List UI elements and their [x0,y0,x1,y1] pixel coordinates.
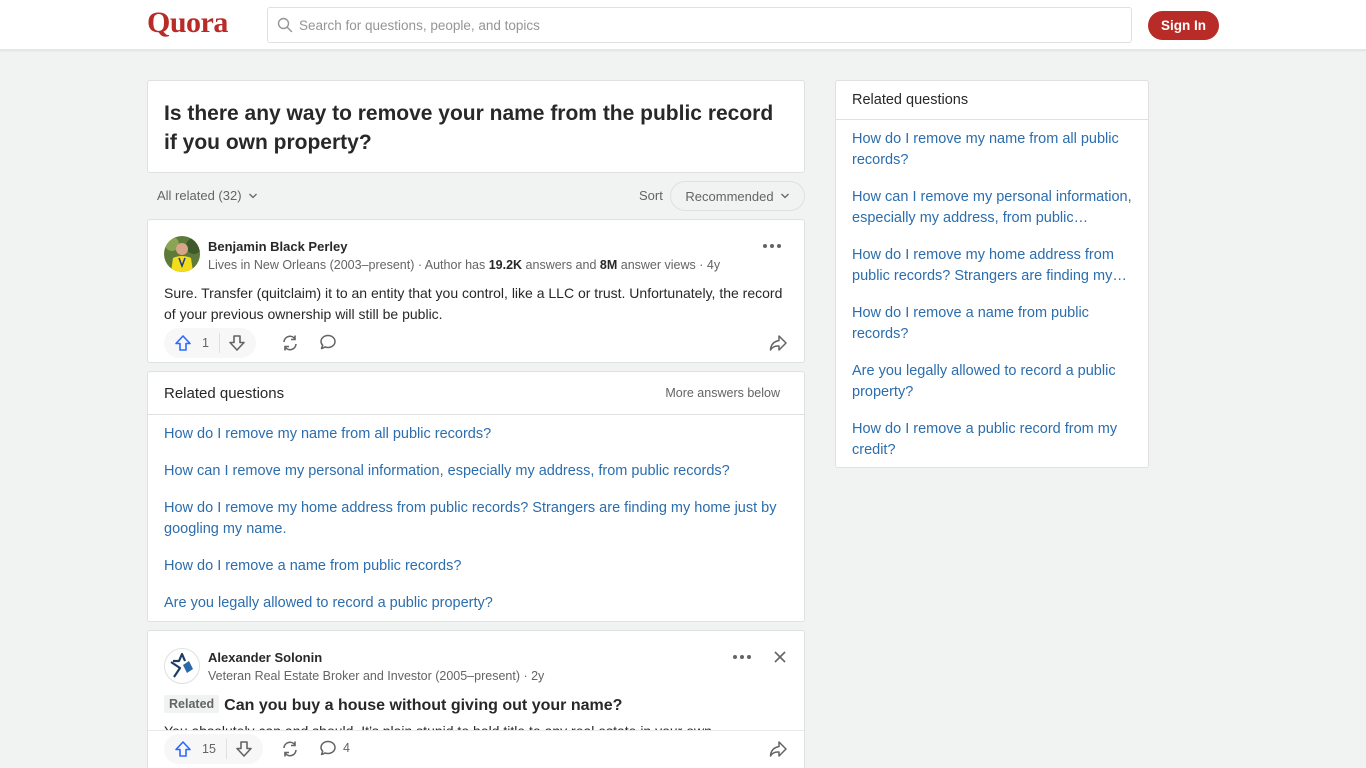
author-credential: Veteran Real Estate Broker and Investor … [208,669,545,683]
sign-in-button[interactable]: Sign In [1148,11,1219,40]
upvote-arrow-icon [175,741,191,757]
sidebar-question-link[interactable]: How do I remove my name from all public … [852,129,1132,171]
quora-logo[interactable]: Quora [147,6,228,40]
sidebar-question-link[interactable]: How do I remove a name from public recor… [852,303,1132,345]
chevron-down-icon [248,193,257,198]
downvote-button[interactable] [227,740,253,758]
more-options-button[interactable] [730,647,754,667]
close-icon [774,651,786,663]
author-name[interactable]: Alexander Solonin [208,650,322,665]
answer-filter-bar: All related (32) Sort Recommended [147,180,805,212]
upvote-button[interactable]: 15 [174,739,227,759]
credential-text: answer views · 4y [617,258,721,272]
share-reshare-button[interactable] [280,739,300,759]
reshare-icon [283,335,297,351]
reshare-icon [283,741,297,757]
chevron-down-icon [780,193,789,199]
related-question-text: Can you buy a house without giving out y… [224,697,623,714]
share-arrow-icon [769,741,787,757]
views-count: 8M [599,258,618,272]
related-question-link[interactable]: How do I remove a name from public recor… [164,556,788,577]
answer-actions: 15 4 [164,734,788,764]
answer-card: Alexander Solonin Veteran Real Estate Br… [147,630,805,768]
upvote-count: 1 [202,336,209,350]
avatar-logo-icon [170,652,193,678]
answer-text: Sure. Transfer (quitclaim) it to an enti… [164,285,783,322]
comment-count: 4 [343,741,350,755]
sidebar-related-list: How do I remove my name from all public … [836,120,1148,461]
author-avatar[interactable] [164,236,200,272]
more-horizontal-icon [763,244,781,248]
author-name[interactable]: Benjamin Black Perley [208,239,347,254]
credential-text: Lives in New Orleans (2003–present) · Au… [208,258,489,272]
more-options-button[interactable] [760,236,784,256]
sort-label: Sort [639,188,663,203]
share-button[interactable] [768,333,788,358]
more-answers-below: More answers below [665,386,780,400]
dismiss-button[interactable] [770,647,790,667]
related-questions-list: How do I remove my name from all public … [148,415,804,614]
credential-text: answers and [522,258,600,272]
sidebar-question-link[interactable]: How do I remove my home address from pub… [852,245,1132,287]
all-related-label: All related (32) [157,188,242,203]
upvote-arrow-icon [175,335,191,351]
answer-card: Benjamin Black Perley Lives in New Orlea… [147,219,805,363]
upvote-count: 15 [202,742,216,756]
answers-count: 19.2K [488,258,523,272]
comment-button[interactable] [319,333,337,351]
related-tag: Related [164,695,220,713]
author-credential: Lives in New Orleans (2003–present) · Au… [208,258,720,272]
search-icon [277,17,293,33]
related-questions-title: Related questions [164,384,285,402]
related-questions-inline: Related questions More answers below How… [147,371,805,622]
top-navigation-bar: Quora Sign In [0,0,1366,50]
related-question-link[interactable]: How do I remove my name from all public … [164,424,788,445]
sidebar-question-link[interactable]: How can I remove my personal information… [852,187,1132,229]
sort-value: Recommended [685,188,774,204]
sidebar-related-questions: Related questions How do I remove my nam… [835,80,1149,468]
sidebar-question-link[interactable]: Are you legally allowed to record a publ… [852,361,1132,403]
share-arrow-icon [769,335,787,351]
search-input[interactable] [299,17,1099,33]
related-question-link[interactable]: How can I remove my personal information… [164,461,788,482]
comment-button[interactable]: 4 [319,739,350,757]
question-title: Is there any way to remove your name fro… [164,102,774,154]
answer-actions: 1 [164,328,788,358]
search-box[interactable] [267,7,1132,43]
downvote-arrow-icon [229,335,245,351]
share-reshare-button[interactable] [280,333,300,353]
vote-controls: 15 [164,734,263,764]
all-related-dropdown[interactable]: All related (32) [157,188,258,203]
related-question-link[interactable]: Are you legally allowed to record a publ… [164,593,788,614]
comment-icon [320,334,336,350]
answer-footer: 15 4 [148,730,804,768]
related-question-heading[interactable]: Related Can you buy a house without givin… [164,695,622,715]
comment-icon [320,740,336,756]
author-avatar[interactable] [164,648,200,684]
share-button[interactable] [768,739,788,764]
sidebar-question-link[interactable]: How do I remove a public record from my … [852,419,1132,461]
question-card: Is there any way to remove your name fro… [147,80,805,173]
upvote-button[interactable]: 1 [174,333,220,353]
more-horizontal-icon [733,655,751,659]
downvote-arrow-icon [236,741,252,757]
downvote-button[interactable] [220,334,246,352]
related-questions-header: Related questions More answers below [148,372,804,415]
avatar-photo-icon [164,236,200,272]
sort-dropdown[interactable]: Recommended [670,181,805,211]
related-question-link[interactable]: How do I remove my home address from pub… [164,498,788,540]
sidebar-title: Related questions [836,81,1148,120]
vote-controls: 1 [164,328,256,358]
